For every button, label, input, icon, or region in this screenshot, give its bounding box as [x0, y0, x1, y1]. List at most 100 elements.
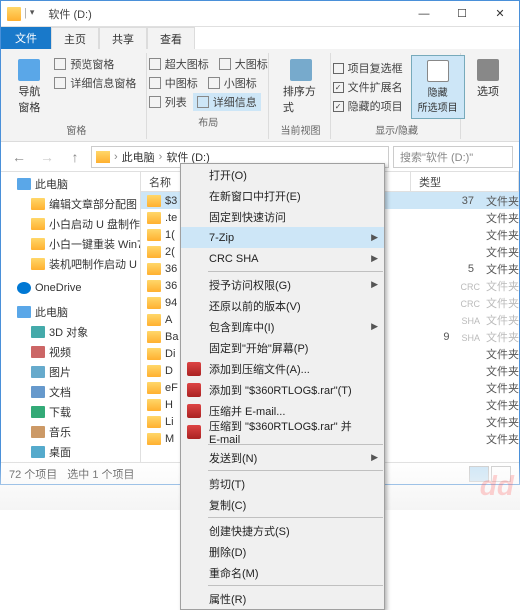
ctx-new-window[interactable]: 在新窗口中打开(E) — [181, 185, 384, 206]
file-type: 文件夹 — [482, 227, 519, 243]
file-name: .te — [165, 212, 181, 224]
file-type: 文件夹 — [482, 261, 519, 277]
ctx-include-library[interactable]: 包含到库中(I)▶ — [181, 316, 384, 337]
preview-pane-button[interactable]: 预览窗格 — [50, 55, 140, 73]
view-l-icons[interactable]: 大图标 — [215, 55, 272, 73]
separator — [208, 470, 383, 471]
tree-music[interactable]: 音乐 — [1, 422, 140, 442]
ctx-pin-start[interactable]: 固定到"开始"屏幕(P) — [181, 337, 384, 358]
folder-icon — [147, 246, 161, 258]
view-list[interactable]: 列表 — [145, 93, 191, 111]
nav-tree[interactable]: 此电脑 编辑文章部分配图 小白启动 U 盘制作 小白一键重装 Win7 济 装机… — [1, 172, 141, 462]
hide-selected-button[interactable]: 隐藏 所选项目 — [411, 55, 465, 119]
ctx-add-rar[interactable]: 添加到 "$360RTLOG$.rar"(T) — [181, 379, 384, 400]
group-layout-label: 布局 — [198, 114, 218, 129]
folder-icon — [147, 280, 161, 292]
folder-icon — [96, 151, 110, 163]
search-input[interactable]: 搜索"软件 (D:)" — [393, 146, 513, 168]
ctx-open[interactable]: 打开(O) — [181, 164, 384, 185]
context-menu: 打开(O) 在新窗口中打开(E) 固定到快速访问 7-Zip▶ CRC SHA▶… — [180, 163, 385, 610]
back-button[interactable]: ← — [7, 145, 31, 169]
ctx-copy[interactable]: 复制(C) — [181, 494, 384, 515]
ctx-permissions[interactable]: 授予访问权限(G)▶ — [181, 274, 384, 295]
file-extensions[interactable]: ✓文件扩展名 — [329, 78, 407, 96]
hidden-items[interactable]: ✓隐藏的项目 — [329, 97, 407, 115]
ctx-sendto[interactable]: 发送到(N)▶ — [181, 447, 384, 468]
nav-pane-button[interactable]: 导航窗格 — [12, 55, 46, 119]
title-bar: | ▾ 软件 (D:) — ☐ ✕ — [1, 1, 519, 27]
sort-button[interactable]: 排序方式 — [277, 55, 324, 119]
folder-icon — [147, 212, 161, 224]
archive-icon — [187, 362, 201, 376]
tree-item[interactable]: 小白一键重装 Win7 济 — [1, 234, 140, 254]
folder-icon — [147, 433, 161, 445]
file-name: D — [165, 365, 181, 377]
file-type: 文件夹 — [482, 210, 519, 226]
ctx-delete[interactable]: 删除(D) — [181, 541, 384, 562]
folder-icon — [147, 331, 161, 343]
tree-this-pc-2[interactable]: 此电脑 — [1, 302, 140, 322]
view-details[interactable]: 详细信息 — [193, 93, 261, 111]
chevron-right-icon: ▶ — [371, 232, 378, 243]
view-m-icons[interactable]: 中图标 — [145, 74, 202, 92]
folder-icon — [147, 263, 161, 275]
ctx-pin-quick[interactable]: 固定到快速访问 — [181, 206, 384, 227]
ctx-shortcut[interactable]: 创建快捷方式(S) — [181, 520, 384, 541]
tab-home[interactable]: 主页 — [51, 27, 99, 49]
icons-view-button[interactable] — [491, 466, 511, 482]
col-type[interactable]: 类型 — [411, 172, 519, 191]
file-date: 5 — [452, 263, 482, 275]
file-name: 36 — [165, 280, 181, 292]
file-date: 37 — [452, 195, 482, 207]
details-view-button[interactable] — [469, 466, 489, 482]
tree-doc[interactable]: 文档 — [1, 382, 140, 402]
ctx-properties[interactable]: 属性(R) — [181, 588, 384, 609]
tree-dl[interactable]: 下载 — [1, 402, 140, 422]
folder-icon — [147, 416, 161, 428]
file-name: A — [165, 314, 181, 326]
tree-3d[interactable]: 3D 对象 — [1, 322, 140, 342]
ctx-previous-versions[interactable]: 还原以前的版本(V) — [181, 295, 384, 316]
ctx-crcsha[interactable]: CRC SHA▶ — [181, 248, 384, 269]
view-s-icons[interactable]: 小图标 — [204, 74, 261, 92]
file-name: 1( — [165, 229, 181, 241]
ctx-cut[interactable]: 剪切(T) — [181, 473, 384, 494]
file-name: Ba — [165, 331, 181, 343]
tree-this-pc[interactable]: 此电脑 — [1, 174, 140, 194]
breadcrumb-pc[interactable]: 此电脑 — [122, 149, 155, 165]
tree-desktop[interactable]: 桌面 — [1, 442, 140, 462]
tree-video[interactable]: 视频 — [1, 342, 140, 362]
forward-button[interactable]: → — [35, 145, 59, 169]
file-name: 94 — [165, 297, 181, 309]
file-name: Li — [165, 416, 181, 428]
tab-file[interactable]: 文件 — [1, 27, 51, 49]
chevron-right-icon: ▶ — [371, 253, 378, 264]
tab-view[interactable]: 查看 — [147, 27, 195, 49]
ctx-rar-email[interactable]: 压缩到 "$360RTLOG$.rar" 并 E-mail — [181, 421, 384, 442]
tree-item[interactable]: 小白启动 U 盘制作 — [1, 214, 140, 234]
up-button[interactable]: ↑ — [63, 145, 87, 169]
options-button[interactable]: 选项 — [471, 55, 505, 103]
ctx-rename[interactable]: 重命名(M) — [181, 562, 384, 583]
separator — [208, 585, 383, 586]
separator — [208, 271, 383, 272]
chevron-right-icon: ▶ — [371, 279, 378, 290]
qat-dropdown-icon[interactable]: ▾ — [30, 7, 35, 21]
file-name: Di — [165, 348, 181, 360]
minimize-button[interactable]: — — [405, 1, 443, 27]
tree-pic[interactable]: 图片 — [1, 362, 140, 382]
ctx-add-archive[interactable]: 添加到压缩文件(A)... — [181, 358, 384, 379]
archive-icon — [187, 383, 201, 397]
tab-share[interactable]: 共享 — [99, 27, 147, 49]
folder-icon — [147, 314, 161, 326]
tree-item[interactable]: 装机吧制作启动 U 盘 — [1, 254, 140, 274]
ctx-7zip[interactable]: 7-Zip▶ — [181, 227, 384, 248]
view-xl-icons[interactable]: 超大图标 — [145, 55, 213, 73]
close-button[interactable]: ✕ — [481, 1, 519, 27]
details-pane-button[interactable]: 详细信息窗格 — [50, 74, 140, 92]
tree-onedrive[interactable]: OneDrive — [1, 280, 140, 296]
file-type: 文件夹 — [482, 414, 519, 430]
maximize-button[interactable]: ☐ — [443, 1, 481, 27]
item-checkboxes[interactable]: 项目复选框 — [329, 59, 407, 77]
tree-item[interactable]: 编辑文章部分配图 — [1, 194, 140, 214]
